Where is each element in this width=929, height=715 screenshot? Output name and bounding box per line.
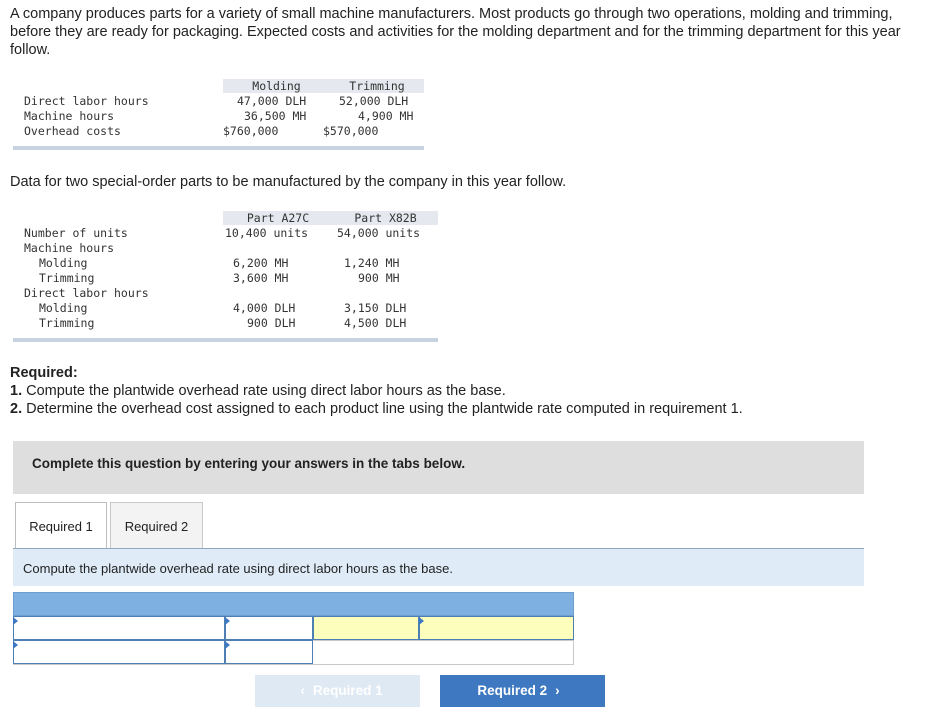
instruction-text: Compute the plantwide overhead rate usin…: [23, 561, 453, 576]
answer-input-row1-col3[interactable]: [313, 616, 419, 640]
tab-required-1[interactable]: Required 1: [15, 502, 107, 550]
requirement-number: 1.: [10, 383, 23, 399]
row-label: Machine hours: [24, 241, 115, 255]
requirement-text: Compute the plantwide overhead rate usin…: [26, 383, 506, 399]
answer-input-row2-col2[interactable]: [225, 640, 313, 664]
trimming-value: $570,000: [323, 124, 379, 138]
part-a27c-value: 900 DLH: [247, 316, 296, 330]
part-a27c-value: 6,200 MH: [233, 256, 289, 270]
part-x82b-value: 900 MH: [358, 271, 400, 285]
answer-input-row2-col1[interactable]: [13, 640, 225, 664]
answer-grid-header: [13, 592, 574, 616]
tab-instruction: Compute the plantwide overhead rate usin…: [13, 549, 864, 586]
banner-text: Complete this question by entering your …: [32, 456, 466, 471]
part-a27c-value: 3,600 MH: [233, 271, 289, 285]
row-label: Trimming: [39, 316, 95, 330]
row-label: Molding: [39, 256, 88, 270]
department-cost-table: Molding Trimming Direct labor hours 47,0…: [13, 78, 424, 150]
part-a27c-value: 10,400 units: [225, 226, 309, 240]
answer-input-row1-col1[interactable]: [13, 616, 225, 640]
requirement-2: 2. Determine the overhead cost assigned …: [10, 401, 743, 417]
dropdown-marker-icon: [225, 617, 230, 625]
special-order-intro: Data for two special-order parts to be m…: [10, 174, 567, 190]
special-order-table: Part A27C Part X82B Number of units 10,4…: [13, 210, 438, 342]
chevron-right-icon: ›: [555, 683, 560, 698]
row-label: Number of units: [24, 226, 128, 240]
molding-value: 47,000 DLH: [237, 94, 307, 108]
col-header-part-x82b: Part X82B: [333, 211, 438, 225]
dropdown-marker-icon: [225, 641, 230, 649]
part-a27c-value: 4,000 DLH: [233, 301, 296, 315]
col-header-trimming: Trimming: [330, 79, 424, 93]
answer-input-row1-col2[interactable]: [225, 616, 313, 640]
col-header-molding: Molding: [223, 79, 330, 93]
tab-required-2[interactable]: Required 2: [110, 502, 203, 548]
row-label: Trimming: [39, 271, 95, 285]
requirement-text: Determine the overhead cost assigned to …: [26, 401, 743, 417]
dropdown-marker-icon: [13, 641, 18, 649]
row-label: Direct labor hours: [24, 286, 149, 300]
trimming-value: 52,000 DLH: [339, 94, 409, 108]
next-button-label: Required 2: [477, 683, 548, 698]
prev-button-label: Required 1: [312, 683, 383, 698]
part-x82b-value: 54,000 units: [337, 226, 421, 240]
part-x82b-value: 3,150 DLH: [344, 301, 407, 315]
requirement-1: 1. Compute the plantwide overhead rate u…: [10, 383, 506, 399]
requirement-number: 2.: [10, 401, 23, 417]
problem-intro: A company produces parts for a variety o…: [10, 6, 901, 58]
part-x82b-value: 4,500 DLH: [344, 316, 407, 330]
dropdown-marker-icon: [419, 617, 424, 625]
answer-input-row1-col4[interactable]: [419, 616, 574, 640]
prev-required-button[interactable]: ‹ Required 1: [255, 675, 420, 707]
next-required-button[interactable]: Required 2 ›: [440, 675, 605, 707]
required-heading: Required:: [10, 365, 78, 381]
trimming-value: 4,900 MH: [358, 109, 414, 123]
row-label: Direct labor hours: [24, 94, 149, 108]
row-label: Machine hours: [24, 109, 115, 123]
part-x82b-value: 1,240 MH: [344, 256, 400, 270]
table-bottom-bar: [13, 146, 424, 150]
molding-value: 36,500 MH: [244, 109, 307, 123]
chevron-left-icon: ‹: [300, 683, 305, 698]
table-bottom-bar: [13, 338, 438, 342]
row-label: Molding: [39, 301, 88, 315]
instructions-banner: Complete this question by entering your …: [13, 441, 864, 494]
molding-value: $760,000: [223, 124, 279, 138]
dropdown-marker-icon: [13, 617, 18, 625]
row-label: Overhead costs: [24, 124, 121, 138]
col-header-part-a27c: Part A27C: [223, 211, 333, 225]
